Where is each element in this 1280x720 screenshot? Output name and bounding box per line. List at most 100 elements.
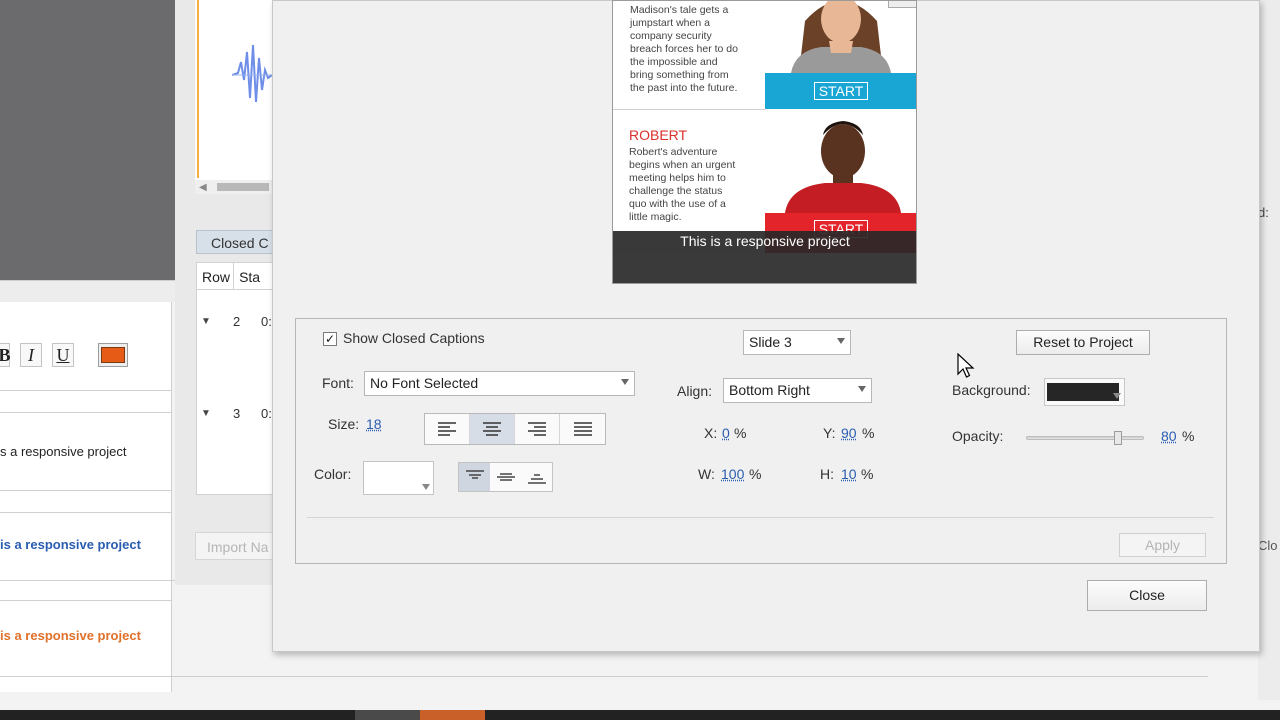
character1-description: Madison's tale gets a jumpstart when a c…: [630, 4, 738, 94]
background-color-swatch: [1047, 383, 1119, 401]
valign-middle-icon: [496, 473, 515, 481]
align-right-button[interactable]: [515, 414, 560, 444]
text-color-picker[interactable]: [363, 461, 434, 495]
background-right-edge: [1258, 0, 1280, 700]
column-header-row[interactable]: Row: [197, 263, 235, 289]
preview-bottom-bar: [613, 253, 916, 283]
column-header-start[interactable]: Sta: [234, 263, 275, 289]
align-center-button[interactable]: [470, 414, 515, 444]
apply-button[interactable]: Apply: [1119, 533, 1206, 557]
x-label: X:: [704, 425, 718, 441]
character2-name: ROBERT: [629, 127, 688, 143]
background-panel-dark: [0, 0, 175, 280]
text-align-group: [424, 413, 606, 445]
italic-button[interactable]: I: [20, 343, 42, 367]
horizontal-scrollbar[interactable]: ◀: [195, 180, 273, 194]
character1-photo: [765, 1, 916, 73]
slide-select[interactable]: Slide 3: [743, 330, 851, 355]
x-value[interactable]: 0: [722, 425, 730, 441]
valign-bottom-icon: [527, 474, 546, 484]
playhead-line: [197, 0, 199, 178]
opacity-label: Opacity:: [952, 428, 1004, 444]
divider: [0, 412, 172, 413]
chevron-down-icon: [858, 386, 866, 392]
row-number: 3: [233, 406, 241, 421]
w-value[interactable]: 100: [721, 466, 744, 482]
caption-grid: ▼ 2 0: ▼ 3 0:: [196, 290, 276, 495]
caption-text-plain[interactable]: s a responsive project: [0, 444, 126, 459]
font-label: Font:: [322, 375, 354, 391]
reset-to-project-button[interactable]: Reset to Project: [1016, 330, 1150, 355]
valign-top-button[interactable]: [459, 463, 490, 491]
h-percent: %: [861, 466, 874, 482]
mouse-cursor-icon: [957, 353, 975, 378]
align-justify-icon: [573, 422, 592, 436]
opacity-slider-track[interactable]: [1026, 436, 1144, 440]
text-format-toolbar: B I U: [0, 338, 172, 372]
w-percent: %: [749, 466, 762, 482]
text-color-button[interactable]: [98, 343, 128, 367]
divider: [0, 512, 172, 513]
expand-icon[interactable]: ▼: [201, 316, 211, 327]
chevron-down-icon: [621, 379, 629, 385]
w-label: W:: [698, 466, 715, 482]
row-number: 2: [233, 314, 241, 329]
taskbar: [0, 710, 1280, 720]
expand-icon[interactable]: ▼: [201, 408, 211, 419]
character2-description: Robert's adventure begins when an urgent…: [629, 146, 736, 223]
align-label: Align:: [677, 383, 713, 399]
panel-separator: [307, 517, 1214, 518]
character1-start-button[interactable]: START: [765, 73, 916, 109]
h-value[interactable]: 10: [841, 466, 857, 482]
x-percent: %: [734, 425, 747, 441]
scroll-left-icon[interactable]: ◀: [199, 182, 207, 193]
audio-waveform: [232, 44, 272, 103]
background-strip: [0, 280, 175, 302]
align-justify-button[interactable]: [560, 414, 605, 444]
background-color-picker[interactable]: [1044, 378, 1125, 406]
caption-text-orange[interactable]: is a responsive project: [0, 628, 141, 643]
y-percent: %: [862, 425, 875, 441]
scroll-thumb[interactable]: [217, 183, 269, 191]
opacity-value[interactable]: 80: [1161, 428, 1177, 444]
close-button[interactable]: Close: [1087, 580, 1207, 611]
underline-button[interactable]: U: [52, 343, 74, 367]
bold-button[interactable]: B: [0, 343, 11, 367]
closed-caption-preview: This is a responsive project: [613, 231, 916, 253]
import-notes-button[interactable]: Import Na: [195, 532, 275, 560]
row-start-time: 0:: [261, 406, 272, 421]
h-label: H:: [820, 466, 834, 482]
size-label: Size:: [328, 416, 360, 432]
divider: [0, 390, 172, 391]
background-label: Background:: [952, 382, 1031, 398]
valign-middle-button[interactable]: [490, 463, 521, 491]
row-start-time: 0:: [261, 314, 272, 329]
size-value[interactable]: 18: [366, 416, 382, 432]
font-select-value: No Font Selected: [370, 375, 479, 391]
align-center-icon: [483, 422, 501, 436]
show-closed-captions-label[interactable]: Show Closed Captions: [343, 330, 485, 346]
caption-grid-header: Row Sta: [196, 262, 276, 290]
chevron-down-icon: [837, 338, 845, 344]
opacity-slider-thumb[interactable]: [1114, 431, 1122, 445]
character2-photo: [765, 113, 916, 213]
y-value[interactable]: 90: [841, 425, 857, 441]
slide-select-value: Slide 3: [749, 334, 792, 350]
opacity-slider[interactable]: [1026, 431, 1144, 445]
opacity-percent: %: [1182, 428, 1195, 444]
slide-preview: Madison's tale gets a jumpstart when a c…: [612, 0, 917, 284]
text-color-swatch: [101, 347, 125, 363]
caption-text-blue[interactable]: is a responsive project: [0, 537, 141, 552]
align-left-button[interactable]: [425, 414, 470, 444]
tab-closed-captions[interactable]: Closed C: [196, 230, 276, 254]
right-edge-close-label[interactable]: Clo: [1258, 538, 1278, 553]
valign-bottom-button[interactable]: [521, 463, 552, 491]
show-closed-captions-checkbox[interactable]: ✓: [323, 332, 337, 346]
taskbar-item[interactable]: [355, 710, 420, 720]
taskbar-item[interactable]: [420, 710, 485, 720]
divider: [0, 600, 172, 601]
font-select[interactable]: No Font Selected: [364, 371, 635, 396]
align-select[interactable]: Bottom Right: [723, 378, 872, 403]
character1-start-label: START: [813, 82, 869, 100]
y-label: Y:: [823, 425, 836, 441]
